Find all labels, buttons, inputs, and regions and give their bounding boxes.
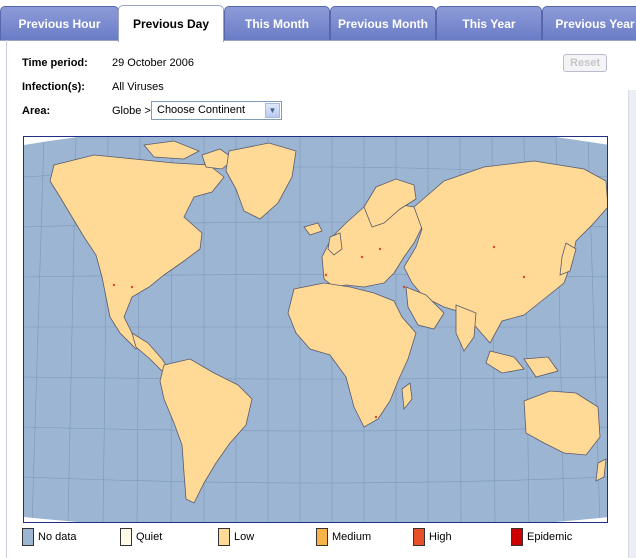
time-period-value: 29 October 2006 (112, 57, 194, 69)
legend-quiet: Quiet (120, 528, 162, 546)
area-prefix: Globe > (112, 105, 151, 117)
legend-swatch (511, 528, 523, 546)
legend-low: Low (218, 528, 254, 546)
tab-this-month[interactable]: This Month (224, 6, 330, 40)
tab-previous-hour[interactable]: Previous Hour (0, 6, 119, 40)
reset-button[interactable]: Reset (563, 54, 607, 72)
chevron-down-icon[interactable]: ▼ (265, 103, 280, 118)
infections-label: Infection(s): (22, 81, 85, 93)
legend-medium: Medium (316, 528, 371, 546)
tab-this-year[interactable]: This Year (436, 6, 542, 40)
scrollbar-track[interactable] (628, 90, 636, 558)
legend-no-data: No data (22, 528, 77, 546)
infections-value: All Viruses (112, 81, 164, 93)
legend-swatch (413, 528, 425, 546)
legend-label: No data (38, 531, 77, 543)
area-label: Area: (22, 105, 51, 117)
legend-swatch (22, 528, 34, 546)
legend-label: Medium (332, 531, 372, 543)
legend-label: Epidemic (527, 531, 573, 543)
legend-label: High (429, 531, 452, 543)
legend-label: Low (234, 531, 255, 543)
world-map-svg (24, 137, 607, 522)
legend-high: High (413, 528, 452, 546)
world-map[interactable] (23, 136, 608, 523)
legend-swatch (120, 528, 132, 546)
tab-previous-year[interactable]: Previous Year (542, 6, 636, 40)
tab-previous-month[interactable]: Previous Month (330, 6, 436, 40)
continent-select-value: Choose Continent (157, 104, 246, 116)
continent-select[interactable]: Choose Continent ▼ (151, 101, 282, 120)
legend-swatch (316, 528, 328, 546)
legend-epidemic: Epidemic (511, 528, 572, 546)
tab-bar: Previous Hour Previous Day This Month Pr… (0, 0, 636, 42)
legend-swatch (218, 528, 230, 546)
tab-previous-day[interactable]: Previous Day (118, 5, 224, 42)
time-period-label: Time period: (22, 57, 88, 69)
legend-label: Quiet (136, 531, 163, 543)
